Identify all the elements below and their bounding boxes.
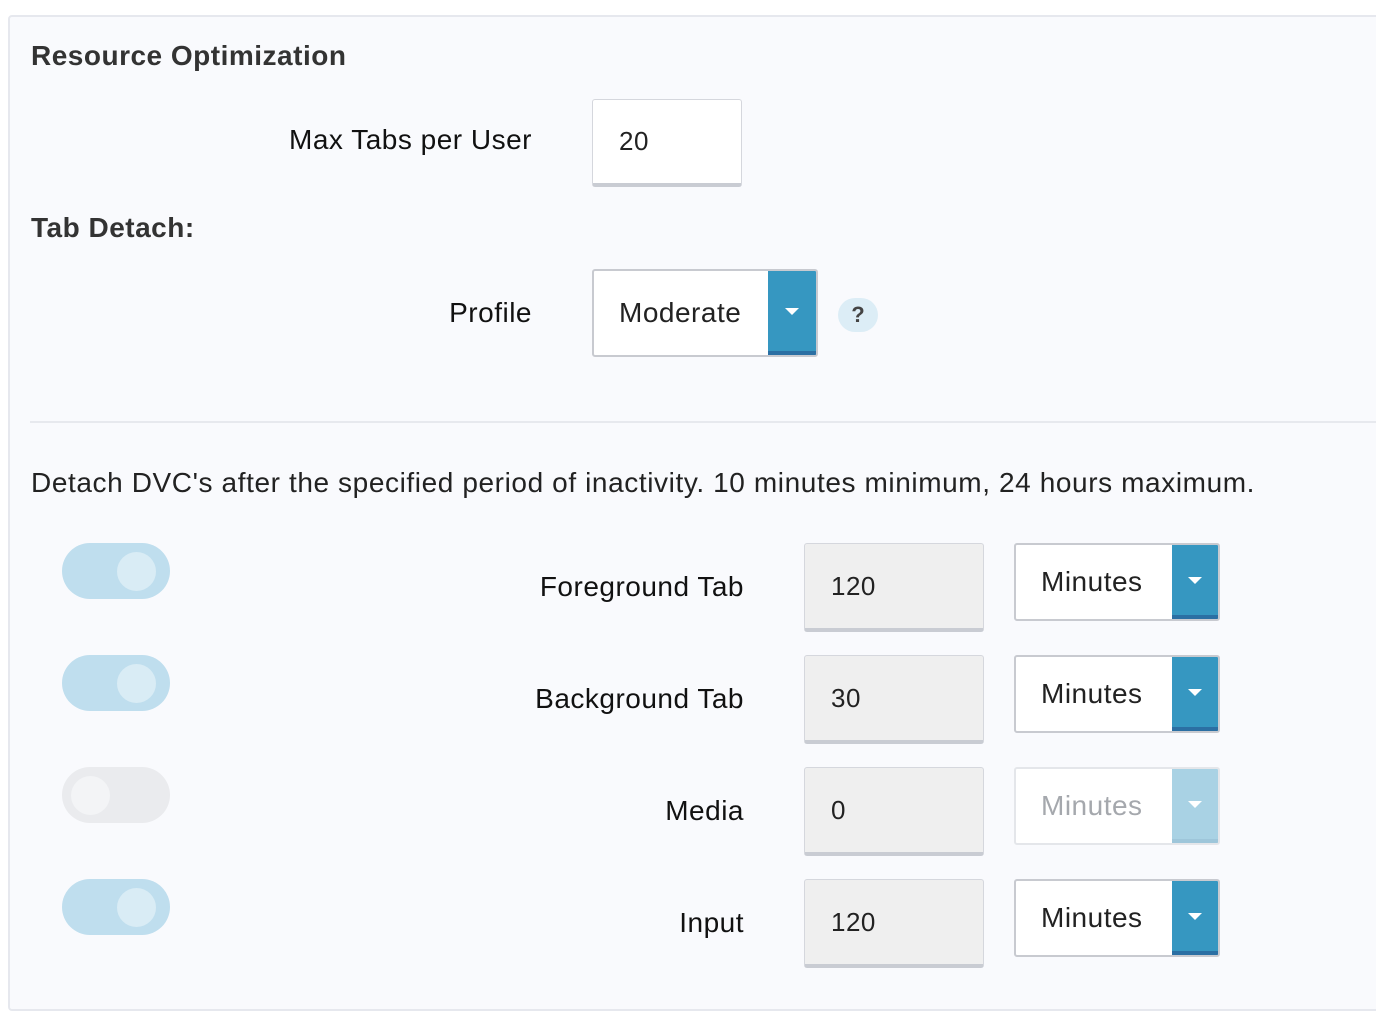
toggle-knob: [71, 776, 110, 815]
divider: [30, 421, 1376, 423]
profile-dropdown-button[interactable]: [768, 271, 816, 355]
media-unit-dropdown[interactable]: [1172, 769, 1218, 843]
input-toggle[interactable]: [62, 879, 170, 935]
chevron-down-icon: [1188, 912, 1202, 920]
profile-select-value: Moderate: [619, 297, 742, 328]
input-unit-select[interactable]: Minutes: [1014, 879, 1220, 957]
toggle-knob: [117, 664, 156, 703]
detach-description: Detach DVC's after the specified period …: [31, 467, 1256, 498]
toggle-knob: [117, 888, 156, 927]
toggle-knob: [117, 552, 156, 591]
input-label: Input: [679, 907, 744, 938]
input-input[interactable]: 120: [804, 879, 984, 968]
foreground-tab-input[interactable]: 120: [804, 543, 984, 632]
media-unit-value: Minutes: [1041, 790, 1143, 821]
background-tab-unit-value: Minutes: [1041, 678, 1143, 709]
foreground-tab-unit-select[interactable]: Minutes: [1014, 543, 1220, 621]
question-mark-icon[interactable]: ?: [838, 298, 878, 332]
media-label: Media: [665, 795, 744, 826]
profile-select[interactable]: Moderate: [592, 269, 818, 357]
chevron-down-icon: [1188, 576, 1202, 584]
foreground-tab-label: Foreground Tab: [539, 571, 744, 602]
background-tab-input[interactable]: 30: [804, 655, 984, 744]
background-tab-unit-select[interactable]: Minutes: [1014, 655, 1220, 733]
input-unit-value: Minutes: [1041, 902, 1143, 933]
foreground-tab-unit-dropdown[interactable]: [1172, 545, 1218, 619]
input-unit-dropdown[interactable]: [1172, 881, 1218, 955]
chevron-down-icon: [1188, 800, 1202, 808]
chevron-down-icon: [785, 307, 799, 315]
media-unit-select[interactable]: Minutes: [1014, 767, 1220, 845]
background-tab-unit-dropdown[interactable]: [1172, 657, 1218, 731]
max-tabs-label: Max Tabs per User: [289, 124, 532, 155]
profile-label: Profile: [449, 297, 532, 328]
section-title: Resource Optimization: [31, 40, 347, 71]
max-tabs-input[interactable]: 20: [592, 99, 742, 187]
media-input[interactable]: 0: [804, 767, 984, 856]
background-tab-toggle[interactable]: [62, 655, 170, 711]
tab-detach-title: Tab Detach:: [31, 212, 195, 243]
background-tab-label: Background Tab: [535, 683, 744, 714]
foreground-tab-unit-value: Minutes: [1041, 566, 1143, 597]
media-toggle[interactable]: [62, 767, 170, 823]
foreground-tab-toggle[interactable]: [62, 543, 170, 599]
chevron-down-icon: [1188, 688, 1202, 696]
